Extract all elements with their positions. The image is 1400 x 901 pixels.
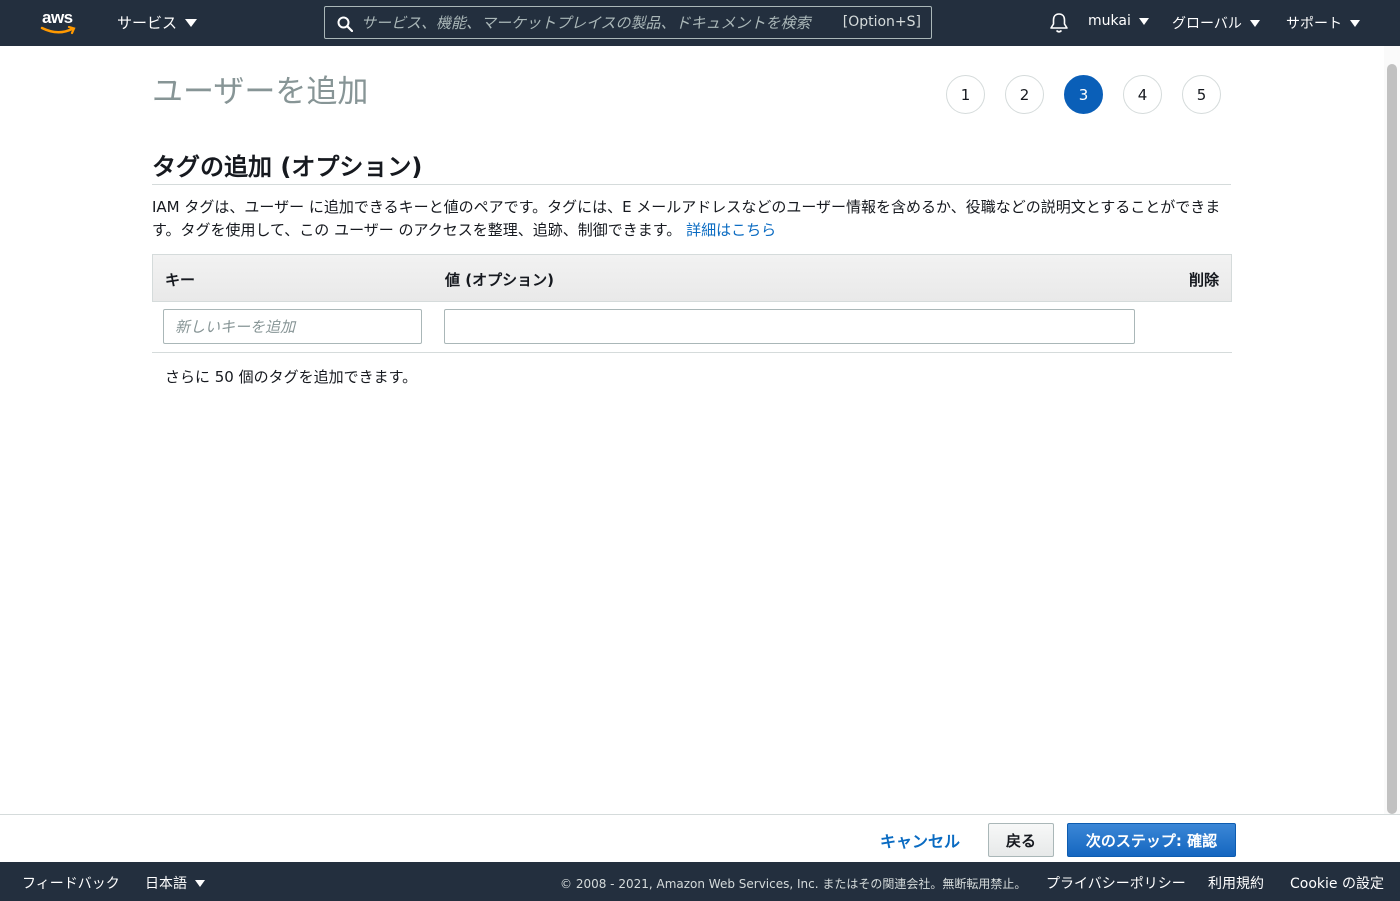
region-menu[interactable]: グローバル (1172, 13, 1260, 33)
privacy-link[interactable]: プライバシーポリシー (1046, 873, 1186, 893)
search-shortcut-hint: [Option+S] (842, 14, 921, 30)
table-row (152, 302, 1232, 353)
search-box[interactable]: [Option+S] (324, 6, 932, 39)
support-menu[interactable]: サポート (1286, 13, 1360, 33)
back-button[interactable]: 戻る (988, 823, 1054, 857)
copyright-text: © 2008 - 2021, Amazon Web Services, Inc.… (560, 877, 1027, 891)
step-5[interactable]: 5 (1182, 75, 1221, 114)
value-input[interactable] (444, 309, 1135, 344)
language-selector[interactable]: 日本語 (145, 873, 205, 893)
bell-icon[interactable] (1049, 12, 1069, 34)
user-menu[interactable]: mukai (1088, 13, 1149, 29)
caret-down-icon (1350, 19, 1360, 27)
footer: フィードバック 日本語 © 2008 - 2021, Amazon Web Se… (0, 862, 1400, 901)
feedback-link[interactable]: フィードバック (22, 873, 120, 893)
terms-link[interactable]: 利用規約 (1208, 873, 1264, 893)
action-bar: キャンセル 戻る 次のステップ: 確認 (0, 814, 1400, 862)
step-1[interactable]: 1 (946, 75, 985, 114)
cancel-button[interactable]: キャンセル (870, 823, 970, 857)
scrollbar-thumb[interactable] (1387, 64, 1397, 814)
page-title: ユーザーを追加 (152, 74, 369, 110)
services-label: サービス (117, 14, 178, 32)
section-title: タグの追加 (オプション) (152, 153, 423, 181)
services-menu[interactable]: サービス (117, 12, 198, 33)
aws-smile-icon (40, 26, 76, 35)
section-description: IAM タグは、ユーザー に追加できるキーと値のペアです。タグには、E メールア… (152, 196, 1232, 242)
region-label: グローバル (1172, 16, 1242, 32)
aws-logo[interactable]: aws (40, 6, 80, 38)
remaining-tags-text: さらに 50 個のタグを追加できます。 (165, 368, 418, 386)
caret-down-icon (195, 879, 205, 887)
caret-down-icon (185, 18, 198, 27)
search-input[interactable] (361, 9, 831, 36)
section-divider (152, 184, 1231, 185)
next-review-button[interactable]: 次のステップ: 確認 (1067, 823, 1236, 857)
tag-table: キー 値 (オプション) 削除 (152, 254, 1232, 353)
user-label: mukai (1088, 13, 1131, 29)
header-delete: 削除 (1188, 271, 1219, 289)
language-label: 日本語 (145, 876, 187, 892)
caret-down-icon (1249, 19, 1260, 27)
header-value: 値 (オプション) (445, 271, 554, 289)
caret-down-icon (1138, 17, 1149, 25)
step-4[interactable]: 4 (1123, 75, 1162, 114)
key-input[interactable] (163, 309, 422, 344)
tag-table-header: キー 値 (オプション) 削除 (152, 254, 1232, 302)
step-2[interactable]: 2 (1005, 75, 1044, 114)
wizard-steps: 1 2 3 4 5 (946, 75, 1221, 114)
learn-more-link[interactable]: 詳細はこちら (686, 221, 776, 239)
top-navigation: aws サービス [Option+S] mukai グローバル サポート (0, 0, 1400, 46)
step-3[interactable]: 3 (1064, 75, 1103, 114)
cookie-settings-link[interactable]: Cookie の設定 (1290, 873, 1384, 893)
header-key: キー (165, 271, 196, 289)
scrollbar[interactable] (1384, 46, 1400, 814)
search-icon (337, 16, 353, 32)
support-label: サポート (1286, 16, 1342, 32)
